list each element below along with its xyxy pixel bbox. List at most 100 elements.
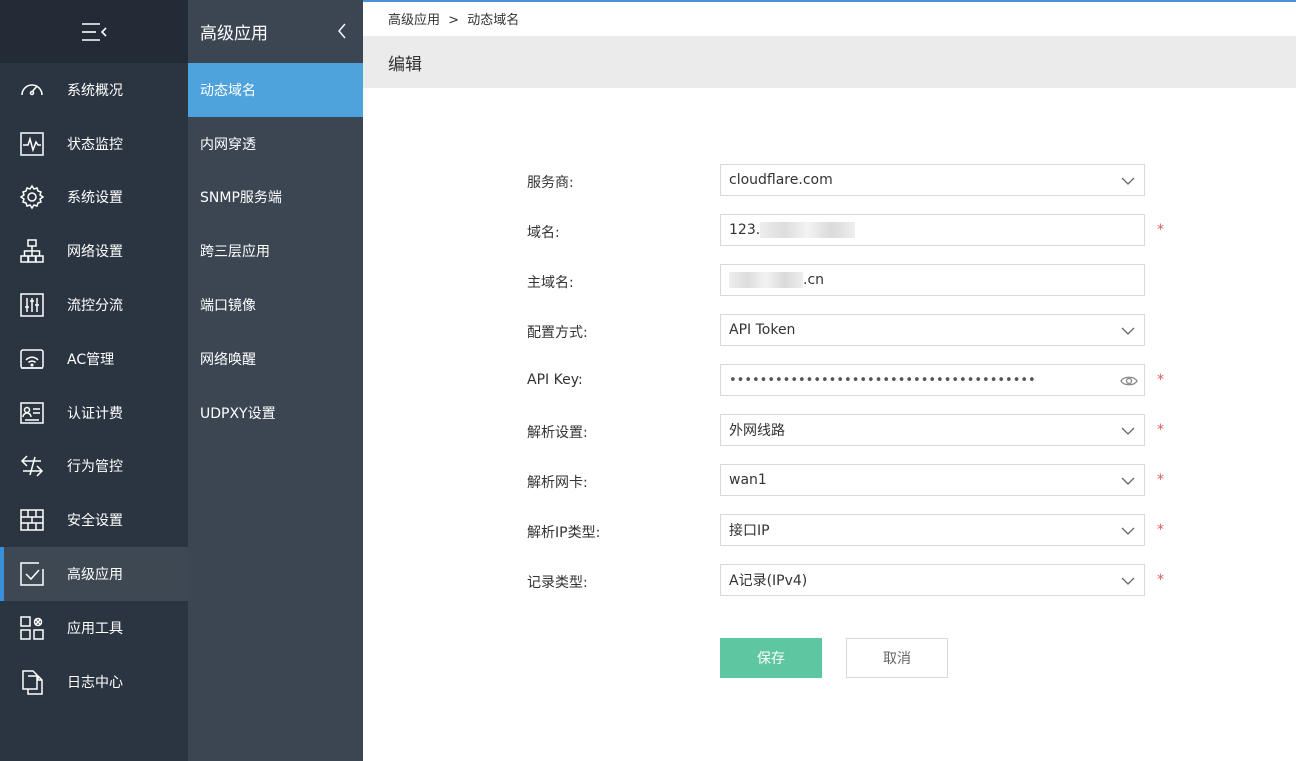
sidebar-item-label: 日志中心 [67,674,123,691]
id-card-icon [19,400,45,426]
sidebar-item-label: 系统概况 [67,82,123,99]
chevron-down-icon [1121,427,1135,435]
domain-input[interactable]: 123. [720,214,1145,246]
subnav-item-snmp[interactable]: SNMP服务端 [188,171,363,225]
chevron-down-icon [1121,577,1135,585]
checklist-icon [19,561,45,587]
secondary-sidebar: 高级应用 动态域名 内网穿透 SNMP服务端 跨三层应用 端口镜像 网络唤醒 U… [188,0,363,761]
sidebar-item-ac-management[interactable]: AC管理 [0,332,188,386]
resolve-setting-select[interactable]: 外网线路 [720,414,1145,446]
wifi-icon [19,346,45,372]
required-mark: * [1157,372,1164,388]
form-row-config-mode: 配置方式: API Token [363,314,1296,346]
sidebar-item-status-monitor[interactable]: 状态监控 [0,117,188,171]
sidebar-item-system-settings[interactable]: 系统设置 [0,171,188,225]
provider-value: cloudflare.com [729,172,833,188]
sidebar-toggle[interactable] [0,0,188,63]
sidebar-item-security-settings[interactable]: 安全设置 [0,493,188,547]
form-row-record-type: 记录类型: A记录(IPv4) * [363,564,1296,596]
top-accent-line [363,0,1296,2]
required-mark: * [1157,422,1164,438]
required-mark: * [1157,572,1164,588]
resolve-ip-type-label: 解析IP类型: [527,525,601,541]
form-row-resolve-ip-type: 解析IP类型: 接口IP * [363,514,1296,546]
dashboard-icon [19,77,45,103]
main-content: 高级应用 > 动态域名 编辑 服务商: cloudflare.com 域名: 1… [363,0,1296,761]
config-mode-select[interactable]: API Token [720,314,1145,346]
sidebar-item-overview[interactable]: 系统概况 [0,63,188,117]
required-mark: * [1157,472,1164,488]
sidebar-item-advanced-apps[interactable]: 高级应用 [0,547,188,601]
breadcrumb-parent[interactable]: 高级应用 [388,13,440,28]
subnav-item-label: 内网穿透 [200,136,256,153]
sidebar-item-log-center[interactable]: 日志中心 [0,655,188,709]
log-icon [19,669,45,695]
page-title: 编辑 [388,54,422,75]
required-mark: * [1157,522,1164,538]
form-row-api-key: API Key: •••••••••••••••••••••••••••••••… [363,364,1296,396]
form-row-resolve-setting: 解析设置: 外网线路 * [363,414,1296,446]
provider-select[interactable]: cloudflare.com [720,164,1145,196]
network-icon [19,238,45,264]
menu-collapse-icon[interactable] [80,21,108,43]
sidebar-item-label: 认证计费 [67,405,123,422]
main-domain-label: 主域名: [527,275,574,291]
sliders-icon [19,292,45,318]
form-row-domain: 域名: 123. * [363,214,1296,246]
cancel-button[interactable]: 取消 [846,638,948,678]
breadcrumb: 高级应用 > 动态域名 [388,9,523,28]
api-key-label: API Key: [527,372,583,388]
subnav-item-label: 跨三层应用 [200,244,270,261]
sidebar-item-label: 流控分流 [67,298,123,315]
domain-value-prefix: 123. [729,222,761,238]
domain-label: 域名: [527,225,560,241]
form-row-resolve-nic: 解析网卡: wan1 * [363,464,1296,496]
chevron-down-icon [1121,477,1135,485]
subnav-item-port-mirror[interactable]: 端口镜像 [188,278,363,332]
save-button[interactable]: 保存 [720,638,822,678]
subnav-item-label: UDPXY设置 [200,405,276,422]
resolve-nic-value: wan1 [729,472,767,488]
sidebar-item-app-tools[interactable]: 应用工具 [0,601,188,655]
resolve-ip-type-value: 接口IP [729,523,770,539]
sidebar-item-network-settings[interactable]: 网络设置 [0,224,188,278]
sidebar-item-label: AC管理 [67,351,115,368]
breadcrumb-separator: > [448,13,460,28]
resolve-nic-select[interactable]: wan1 [720,464,1145,496]
subnav-item-ddns[interactable]: 动态域名 [188,63,363,117]
sidebar-item-label: 状态监控 [67,136,123,153]
subnav-item-udpxy[interactable]: UDPXY设置 [188,386,363,440]
resolve-ip-type-select[interactable]: 接口IP [720,514,1145,546]
monitor-icon [19,131,45,157]
chevron-down-icon [1121,177,1135,185]
main-domain-input[interactable]: .cn [720,264,1145,296]
sidebar-item-label: 行为管控 [67,459,123,476]
sidebar-item-flow-control[interactable]: 流控分流 [0,278,188,332]
sidebar-item-label: 系统设置 [67,190,123,207]
chevron-down-icon [1121,527,1135,535]
exchange-icon [19,453,45,479]
subnav-item-wol[interactable]: 网络唤醒 [188,332,363,386]
main-domain-value-suffix: .cn [803,272,825,288]
tools-icon [19,615,45,641]
subnav-item-layer3[interactable]: 跨三层应用 [188,224,363,278]
required-mark: * [1157,222,1164,238]
subnav-item-nat-traversal[interactable]: 内网穿透 [188,117,363,171]
api-key-input[interactable]: •••••••••••••••••••••••••••••••••••••••• [720,364,1145,396]
sidebar-item-label: 应用工具 [67,620,123,637]
provider-label: 服务商: [527,175,574,191]
api-key-value: •••••••••••••••••••••••••••••••••••••••• [729,372,1036,388]
sidebar-item-auth-billing[interactable]: 认证计费 [0,386,188,440]
config-mode-label: 配置方式: [527,325,588,341]
firewall-icon [19,507,45,533]
subnav-item-label: 网络唤醒 [200,351,256,368]
sidebar-item-behavior-control[interactable]: 行为管控 [0,440,188,494]
record-type-select[interactable]: A记录(IPv4) [720,564,1145,596]
breadcrumb-current: 动态域名 [467,13,520,28]
sidebar-item-label: 网络设置 [67,244,123,261]
sidebar-item-label: 高级应用 [67,567,123,584]
chevron-left-icon[interactable] [335,22,349,40]
eye-icon[interactable] [1120,372,1138,390]
redacted-blur [729,272,803,288]
record-type-label: 记录类型: [527,575,588,591]
